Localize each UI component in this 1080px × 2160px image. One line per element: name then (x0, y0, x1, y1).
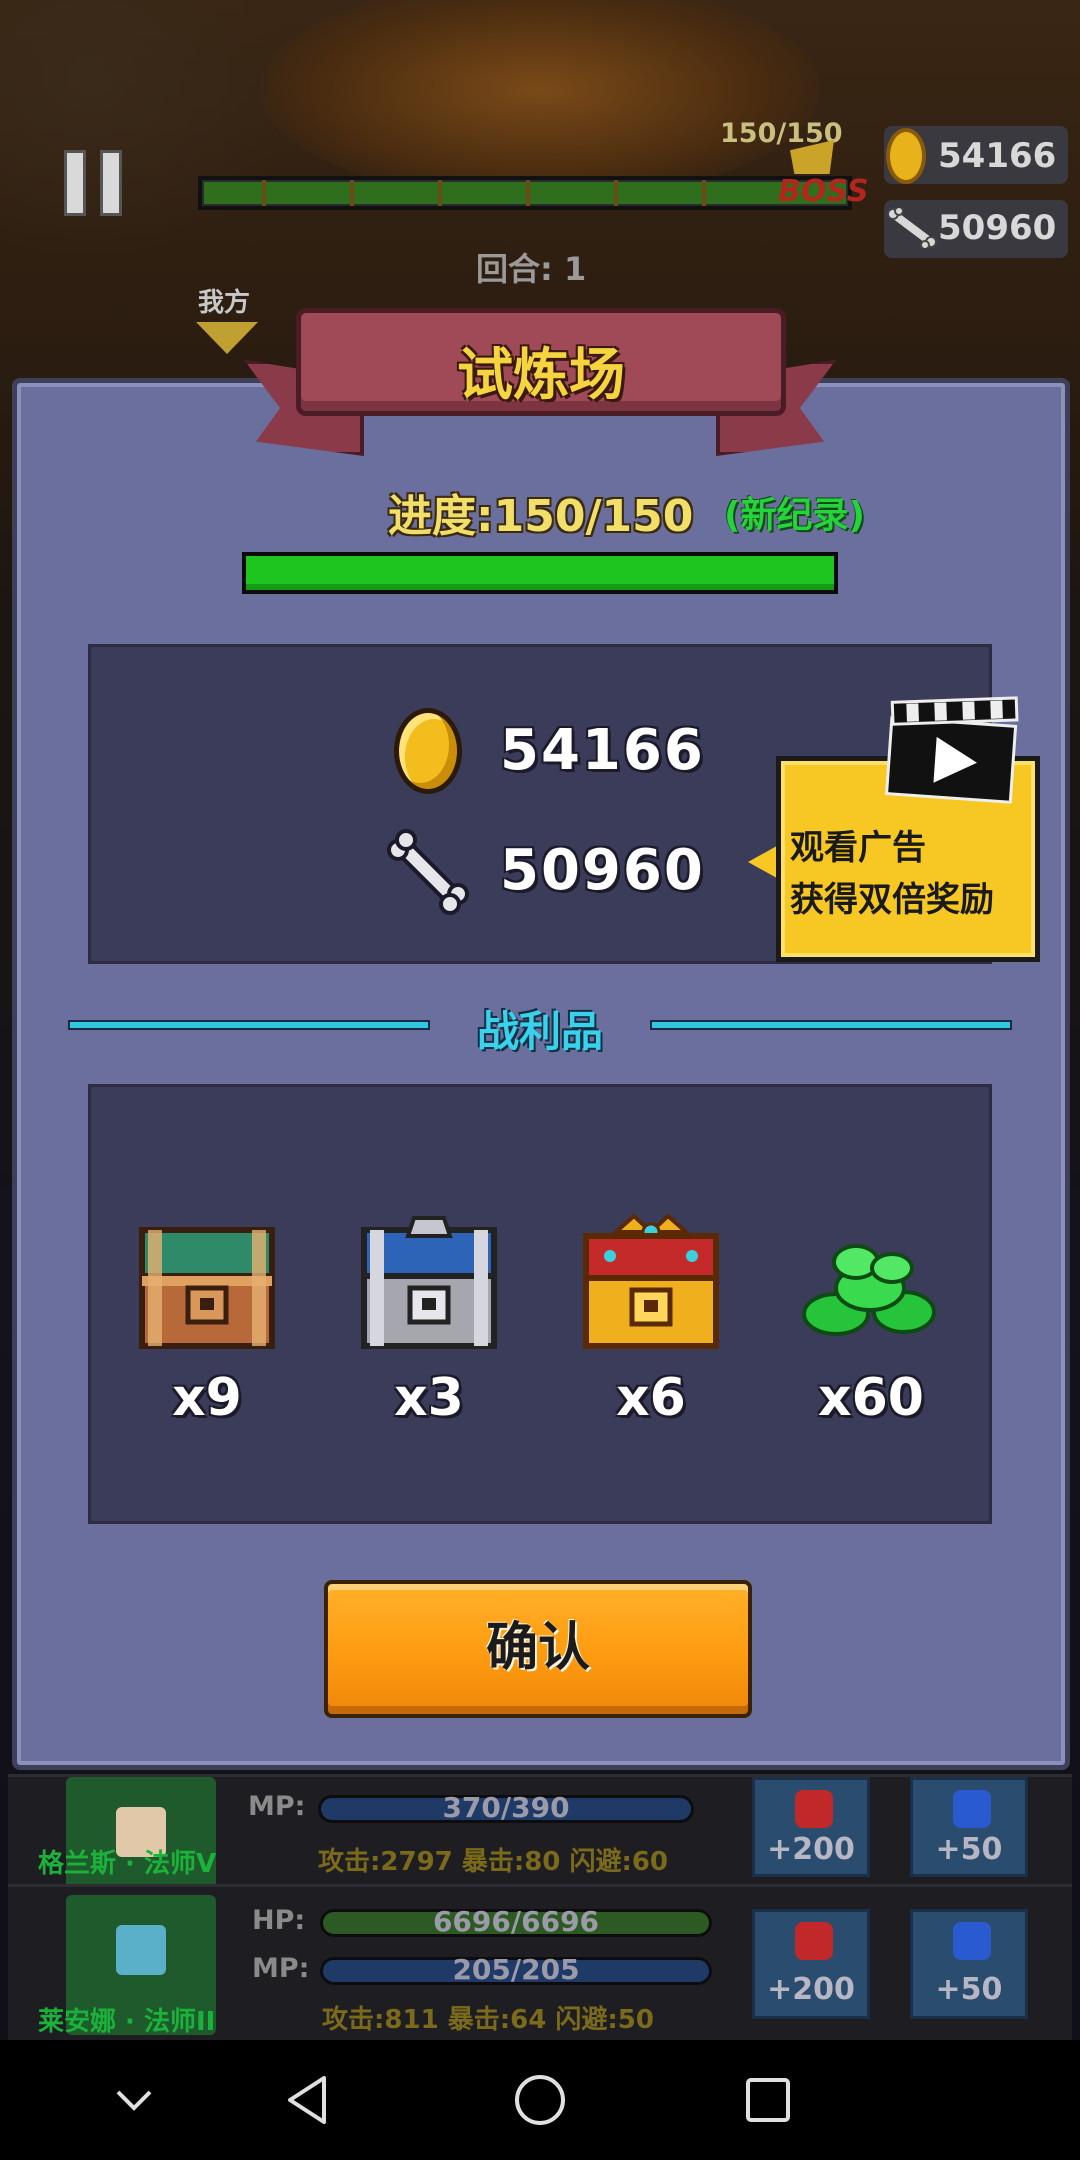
boss-wave-progress-bar (198, 176, 852, 210)
blue-chest-icon (361, 1216, 497, 1349)
hero-stats: 攻击:811 暴击:64 闪避:50 (322, 2005, 654, 2035)
hp-potion-button[interactable]: +200 (752, 1909, 870, 2019)
loot-item-blue-chest: x3 (344, 1210, 514, 1430)
home-circle-icon (515, 2075, 565, 2125)
coin-reward-value: 54166 (500, 718, 705, 783)
mp-potion-button[interactable]: +50 (910, 1909, 1028, 2019)
mp-value: 205/205 (452, 1953, 580, 1986)
loot-item-emerald-gems: x60 (786, 1210, 956, 1430)
blue-potion-icon (953, 1922, 991, 1960)
bone-reward-value: 50960 (500, 838, 705, 903)
nav-back-button[interactable] (268, 2060, 348, 2140)
mp-label: MP: (248, 1791, 306, 1822)
loot-quantity: x3 (394, 1368, 464, 1428)
loot-divider-left (68, 1020, 430, 1030)
chevron-down-icon (116, 2090, 152, 2111)
video-clapper-icon (884, 696, 1019, 804)
back-triangle-icon (288, 2076, 326, 2124)
hp-potion-button[interactable]: +200 (752, 1777, 870, 1877)
red-potion-icon (795, 1922, 833, 1960)
loot-item-green-chest: x9 (122, 1210, 292, 1430)
top-coin-value: 54166 (938, 136, 1057, 176)
ad-offer-line1: 观看广告 (790, 828, 926, 868)
hp-label: HP: (252, 1905, 306, 1936)
mp-potion-button[interactable]: +50 (910, 1777, 1028, 1877)
loot-title: 战利品 (476, 1007, 603, 1056)
pause-icon (64, 150, 86, 216)
pause-button[interactable] (64, 150, 128, 216)
hero-stats: 攻击:2797 暴击:80 闪避:60 (318, 1847, 669, 1877)
nav-hide-button[interactable] (94, 2060, 174, 2140)
ad-offer-line2: 获得双倍奖励 (790, 880, 994, 920)
confirm-button[interactable]: 确认 (324, 1580, 752, 1718)
red-potion-icon (795, 1790, 833, 1828)
new-record-tag: (新纪录) (724, 495, 865, 536)
loot-quantity: x9 (172, 1368, 242, 1428)
fire-backdrop (260, 0, 820, 200)
hp-value: 6696/6696 (432, 1905, 600, 1938)
gold-chest-icon (583, 1213, 719, 1349)
nav-home-button[interactable] (500, 2060, 580, 2140)
trial-progress-bar (242, 552, 838, 594)
emerald-gems-icon (802, 1244, 936, 1336)
hero-name: 莱安娜 · 法师II (38, 2007, 216, 2037)
coin-icon (394, 708, 462, 794)
boss-label: BOSS (778, 174, 869, 209)
green-chest-icon (139, 1227, 275, 1349)
loot-item-gold-chest: x6 (566, 1210, 736, 1430)
loot-quantity: x60 (818, 1368, 924, 1428)
hero-row: HP: 6696/6696 MP: 205/205 攻击:811 暴击:64 闪… (8, 1884, 1072, 2042)
loot-divider-right (650, 1020, 1012, 1030)
bone-icon (387, 829, 469, 915)
coin-icon (886, 128, 926, 184)
boss-wave-progress-fill (204, 182, 846, 204)
blue-potion-icon (953, 1790, 991, 1828)
progress-text: 进度:150/150 (388, 491, 694, 542)
mp-value: 370/390 (442, 1791, 570, 1824)
bone-icon (887, 208, 937, 248)
round-counter: 回合: 1 (476, 250, 587, 288)
hero-name: 格兰斯 · 法师V (38, 1849, 217, 1879)
dialog-title: 试炼场 (457, 343, 625, 408)
mp-label: MP: (252, 1953, 310, 1984)
smoke-backdrop (0, 0, 300, 260)
recents-square-icon (746, 2078, 790, 2122)
loot-quantity: x6 (616, 1368, 686, 1428)
trial-progress-fill (246, 556, 834, 590)
nav-recents-button[interactable] (728, 2060, 808, 2140)
top-bone-value: 50960 (938, 208, 1057, 248)
my-side-label: 我方 (198, 288, 251, 318)
